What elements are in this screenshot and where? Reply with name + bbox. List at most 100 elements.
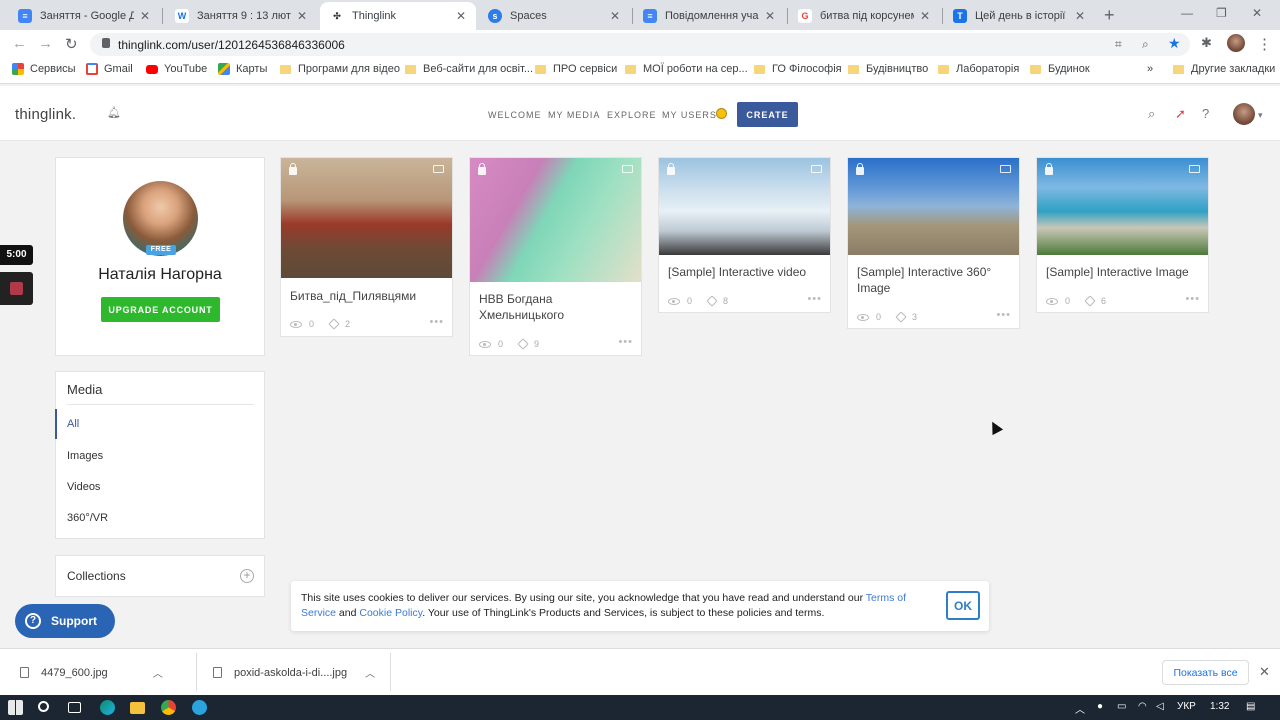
filter-images[interactable]: Images xyxy=(67,450,103,462)
network-icon[interactable]: ◠ xyxy=(1138,701,1147,712)
bookmark-folder[interactable]: Будівництво xyxy=(848,63,928,75)
card-title[interactable]: Битва_під_Пилявцями xyxy=(290,288,446,304)
file-explorer-icon[interactable] xyxy=(130,702,145,714)
notifications-icon[interactable]: ▤ xyxy=(1246,701,1255,712)
chevron-down-icon[interactable]: ▾ xyxy=(1258,110,1263,121)
more-options-icon[interactable]: ••• xyxy=(1185,293,1200,305)
timer-widget[interactable]: 5:00 xyxy=(0,245,33,265)
record-stop-button[interactable] xyxy=(0,272,33,305)
cookie-ok-button[interactable]: OK xyxy=(946,591,980,620)
address-bar[interactable]: thinglink.com/user/1201264536846336006 ⌗… xyxy=(90,33,1190,56)
tab-history-today[interactable]: T Цей день в історії : 28 ✕ xyxy=(943,2,1095,30)
add-collection-icon[interactable]: + xyxy=(240,569,254,583)
microphone-icon[interactable]: ● xyxy=(1097,701,1103,712)
translate-icon[interactable]: ⌗ xyxy=(1115,37,1122,52)
bookmark-item[interactable]: Карты xyxy=(218,63,267,75)
bell-icon[interactable]: 🔔︎ xyxy=(107,106,121,119)
user-avatar[interactable] xyxy=(1233,103,1255,125)
bookmark-item[interactable]: Gmail xyxy=(86,63,133,75)
help-icon[interactable]: ? xyxy=(1202,106,1209,121)
task-view-icon[interactable] xyxy=(68,702,81,713)
card-thumbnail[interactable] xyxy=(848,158,1019,255)
chevron-up-icon[interactable]: ︿ xyxy=(153,665,163,680)
bookmark-folder[interactable]: Лабораторія xyxy=(938,63,1019,75)
support-button[interactable]: ? Support xyxy=(15,604,115,638)
upgrade-account-button[interactable]: UPGRADE ACCOUNT xyxy=(101,297,220,322)
close-icon[interactable]: ✕ xyxy=(297,9,307,23)
card-thumbnail[interactable] xyxy=(659,158,830,255)
nav-my-users[interactable]: MY USERS xyxy=(662,110,717,120)
battery-icon[interactable]: ▭ xyxy=(1117,701,1126,712)
card-title[interactable]: [Sample] Interactive 360° Image xyxy=(857,264,1013,296)
close-icon[interactable]: ✕ xyxy=(1075,9,1085,23)
back-icon[interactable]: ← xyxy=(12,35,27,52)
search-icon[interactable] xyxy=(38,701,49,712)
profile-avatar-icon[interactable] xyxy=(1227,34,1245,52)
clock[interactable]: 1:32 xyxy=(1210,701,1229,712)
media-card[interactable]: Битва_під_Пилявцями 0 2 ••• xyxy=(280,157,453,337)
bookmark-folder[interactable]: ГО Філософія xyxy=(754,63,842,75)
nav-my-media[interactable]: MY MEDIA xyxy=(548,110,600,120)
keyboard-language[interactable]: УКР xyxy=(1177,701,1196,712)
card-thumbnail[interactable] xyxy=(281,158,452,278)
bookmarks-overflow-button[interactable]: » xyxy=(1147,63,1153,75)
show-all-downloads-button[interactable]: Показать все xyxy=(1162,660,1249,685)
more-options-icon[interactable]: ••• xyxy=(618,336,633,348)
edge-icon[interactable] xyxy=(100,700,115,715)
tab-wix[interactable]: W Заняття 9 : 13 лютого ✕ xyxy=(165,2,317,30)
telegram-icon[interactable] xyxy=(192,700,207,715)
tab-google-docs-1[interactable]: ≡ Заняття - Google Доку ✕ xyxy=(8,2,160,30)
card-title[interactable]: [Sample] Interactive video xyxy=(668,264,824,280)
restore-button[interactable]: ❐ xyxy=(1216,6,1227,20)
chevron-up-icon[interactable]: ︿ xyxy=(1075,701,1085,716)
card-title[interactable]: НВВ Богдана Хмельницького xyxy=(479,291,635,323)
bookmark-folder[interactable]: Веб-сайти для освіт... xyxy=(405,63,533,75)
tab-google-search[interactable]: G битва під корсунем – ✕ xyxy=(788,2,940,30)
rocket-icon[interactable]: ➚ xyxy=(1175,106,1186,122)
more-options-icon[interactable]: ••• xyxy=(429,316,444,328)
bookmark-folder[interactable]: Будинок xyxy=(1030,63,1090,75)
new-tab-button[interactable]: + xyxy=(1104,5,1115,26)
media-card[interactable]: [Sample] Interactive video 0 8 ••• xyxy=(658,157,831,313)
card-thumbnail[interactable] xyxy=(1037,158,1208,255)
filter-360-vr[interactable]: 360°/VR xyxy=(67,512,108,524)
download-item[interactable]: poxid-askolda-i-di....jpg ︿ xyxy=(213,649,375,696)
close-icon[interactable]: ✕ xyxy=(1259,664,1270,680)
bookmark-folder[interactable]: ПРО сервіси xyxy=(535,63,617,75)
nav-explore[interactable]: EXPLORE xyxy=(607,110,657,120)
search-icon[interactable]: ⌕ xyxy=(1148,106,1155,122)
zoom-icon[interactable]: ⌕ xyxy=(1142,37,1149,52)
card-title[interactable]: [Sample] Interactive Image xyxy=(1046,264,1202,280)
close-icon[interactable]: ✕ xyxy=(456,9,466,23)
media-card[interactable]: НВВ Богдана Хмельницького 0 9 ••• xyxy=(469,157,642,356)
tab-thinglink[interactable]: ✣ Thinglink ✕ xyxy=(320,2,476,30)
bookmark-item[interactable]: Сервисы xyxy=(12,63,76,75)
create-button[interactable]: CREATE xyxy=(737,102,798,127)
bookmark-item[interactable]: YouTube xyxy=(146,63,207,75)
filter-videos[interactable]: Videos xyxy=(67,481,100,493)
close-icon[interactable]: ✕ xyxy=(140,9,150,23)
extensions-icon[interactable]: ✱ xyxy=(1201,35,1212,51)
reload-icon[interactable]: ↻ xyxy=(65,35,78,53)
other-bookmarks-folder[interactable]: Другие закладки xyxy=(1173,63,1275,75)
menu-dots-icon[interactable]: ⋮ xyxy=(1257,35,1272,53)
bookmark-folder[interactable]: Програми для відео xyxy=(280,63,400,75)
chevron-up-icon[interactable]: ︿ xyxy=(365,665,375,680)
close-window-button[interactable]: ✕ xyxy=(1252,6,1262,20)
bookmark-folder[interactable]: МОЇ роботи на сер... xyxy=(625,63,748,75)
close-icon[interactable]: ✕ xyxy=(920,9,930,23)
download-item[interactable]: 4479_600.jpg ︿ xyxy=(20,649,163,696)
minimize-button[interactable]: — xyxy=(1181,6,1193,20)
bookmark-star-icon[interactable]: ★ xyxy=(1168,35,1181,52)
tab-spaces[interactable]: s Spaces ✕ xyxy=(478,2,630,30)
chrome-icon[interactable] xyxy=(161,700,176,715)
windows-start-icon[interactable] xyxy=(8,700,23,715)
forward-icon[interactable]: → xyxy=(38,35,53,52)
card-thumbnail[interactable] xyxy=(470,158,641,282)
volume-icon[interactable]: ◁ xyxy=(1156,701,1164,712)
close-icon[interactable]: ✕ xyxy=(610,9,620,23)
nav-welcome[interactable]: WELCOME xyxy=(488,110,542,120)
more-options-icon[interactable]: ••• xyxy=(996,309,1011,321)
thinglink-logo[interactable]: thinglink. xyxy=(15,106,76,123)
close-icon[interactable]: ✕ xyxy=(765,9,775,23)
